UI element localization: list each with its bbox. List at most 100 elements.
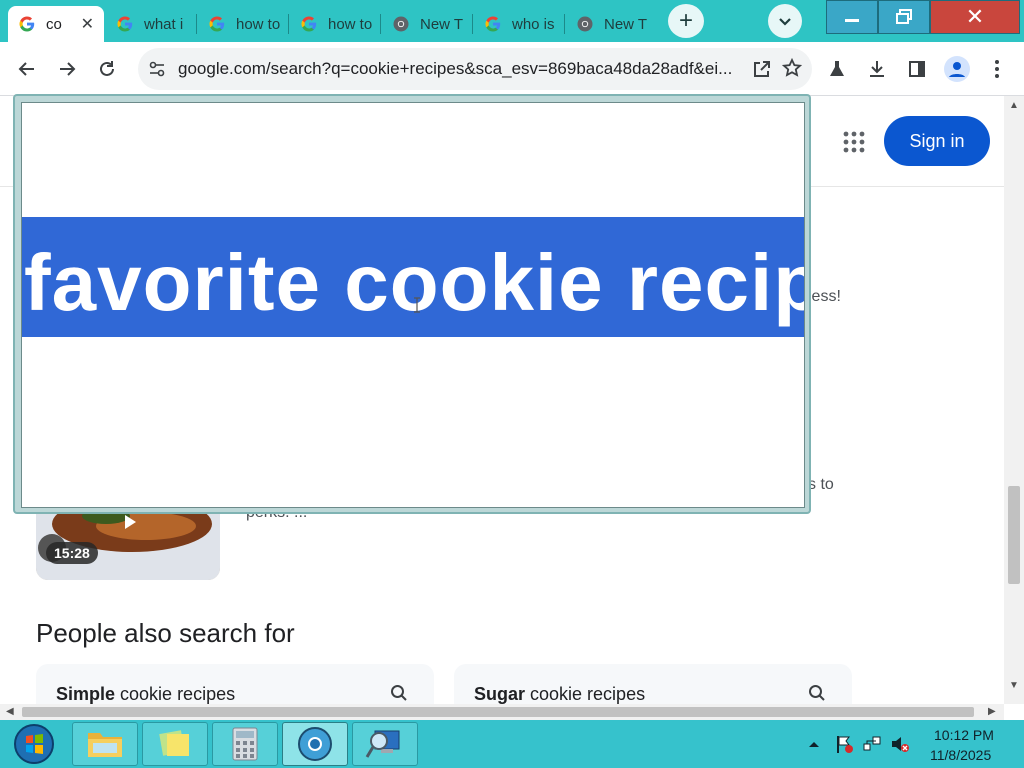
extension-button[interactable] [822, 54, 852, 84]
tab-close-icon[interactable]: ✕ [81, 14, 94, 34]
tab-title: co [46, 15, 62, 33]
bookmark-star-icon[interactable] [782, 58, 802, 78]
action-center-flag-icon[interactable] [834, 734, 854, 754]
close-window-button[interactable]: ✕ [930, 0, 1020, 34]
google-icon [19, 16, 35, 32]
profile-button[interactable] [942, 54, 972, 84]
horizontal-scrollbar[interactable]: ◀ ▶ [0, 704, 1004, 720]
tab-separator [196, 14, 197, 34]
start-button[interactable] [6, 722, 62, 766]
search-icon [391, 685, 407, 701]
taskbar-chrome-button[interactable] [282, 722, 348, 766]
tab-new-tab-2[interactable]: New T [566, 6, 658, 42]
vertical-scrollbar[interactable]: ▲ ▼ [1004, 96, 1024, 704]
back-button[interactable] [12, 54, 42, 84]
clock-time[interactable]: 10:12 PM [934, 727, 994, 743]
related-search-text: Sugar cookie recipes [474, 684, 646, 704]
download-icon [870, 61, 884, 77]
tab-title: how to [328, 15, 372, 33]
taskbar [0, 720, 1024, 768]
google-apps-icon[interactable] [842, 130, 866, 154]
magnifier-window[interactable]: favorite cookie recipe, [13, 94, 811, 514]
tab-separator [380, 14, 381, 34]
magnified-selection-highlight: favorite cookie recipe, [22, 217, 804, 337]
reload-button[interactable] [92, 54, 122, 84]
magnified-text: favorite cookie recipe, [24, 238, 804, 327]
url-text[interactable]: google.com/search?q=cookie+recipes&sca_e… [178, 59, 748, 79]
result-snippet-fragment: s to [808, 476, 834, 493]
tab-cookie-recipes[interactable]: co ✕ [8, 6, 104, 42]
related-search-text: Simple cookie recipes [56, 684, 236, 704]
chrome-menu-button[interactable] [982, 54, 1012, 84]
result-snippet-fragment: less! [808, 288, 841, 305]
side-panel-icon [909, 61, 925, 77]
tab-how-to-2[interactable]: how to [290, 6, 382, 42]
downloads-button[interactable] [862, 54, 892, 84]
tab-search-button[interactable] [768, 4, 802, 38]
taskbar-magnifier-button[interactable] [352, 722, 418, 766]
restore-icon [896, 9, 912, 24]
close-icon: ✕ [965, 4, 985, 29]
chrome-icon [577, 16, 593, 32]
tab-strip: co ✕ what i how to how to New T who is N… [0, 0, 1024, 42]
clock-date[interactable]: 11/8/2025 [930, 747, 991, 763]
forward-arrow-icon [60, 62, 76, 76]
play-icon[interactable] [122, 514, 138, 530]
magnifier-view: favorite cookie recipe, [21, 102, 805, 508]
kebab-menu-icon [995, 60, 999, 78]
reload-icon [100, 61, 114, 76]
network-icon[interactable] [862, 734, 882, 754]
address-bar[interactable]: google.com/search?q=cookie+recipes&sca_e… [138, 48, 812, 90]
google-icon [209, 16, 225, 32]
tab-new-tab-1[interactable]: New T [382, 6, 474, 42]
folder-icon [88, 733, 122, 757]
chevron-down-icon [779, 18, 791, 26]
scroll-down-arrow-icon[interactable]: ▼ [1009, 680, 1019, 691]
scroll-up-arrow-icon[interactable]: ▲ [1009, 100, 1019, 111]
restore-button[interactable] [878, 0, 930, 34]
sign-in-button[interactable]: Sign in [884, 116, 990, 166]
new-tab-button[interactable]: + [668, 4, 704, 38]
people-also-search-heading: People also search for [36, 618, 295, 648]
chrome-icon [393, 16, 409, 32]
forward-button[interactable] [52, 54, 82, 84]
tab-title: who is [512, 15, 555, 33]
magnifier-icon [365, 730, 400, 758]
profile-avatar-icon [944, 56, 970, 82]
horizontal-scroll-thumb[interactable] [22, 707, 974, 717]
side-panel-button[interactable] [902, 54, 932, 84]
tab-separator [472, 14, 473, 34]
tab-what[interactable]: what i [106, 6, 198, 42]
volume-muted-icon[interactable] [890, 734, 910, 754]
vertical-scroll-thumb[interactable] [1008, 486, 1020, 584]
tab-who-is[interactable]: who is [474, 6, 566, 42]
windows-start-orb-icon [14, 724, 54, 764]
search-icon [809, 685, 825, 701]
tab-title: how to [236, 15, 280, 33]
video-duration-badge: 15:28 [46, 542, 98, 564]
taskbar-sticky-notes-button[interactable] [142, 722, 208, 766]
related-search-card[interactable]: Sugar cookie recipes [454, 664, 852, 704]
google-icon [301, 16, 317, 32]
show-hidden-icons-icon[interactable] [804, 734, 824, 754]
related-search-card[interactable]: Simple cookie recipes [36, 664, 434, 704]
plus-icon: + [678, 7, 693, 34]
google-icon [117, 16, 133, 32]
taskbar-explorer-button[interactable] [72, 722, 138, 766]
share-icon[interactable] [752, 59, 772, 79]
chrome-browser-icon [298, 727, 332, 761]
tab-how-to-1[interactable]: how to [198, 6, 290, 42]
taskbar-calculator-button[interactable] [212, 722, 278, 766]
scroll-left-arrow-icon[interactable]: ◀ [6, 706, 14, 717]
tab-title: New T [604, 15, 648, 33]
flask-icon [830, 61, 844, 76]
tab-separator [288, 14, 289, 34]
minimize-icon [845, 19, 859, 22]
browser-toolbar: google.com/search?q=cookie+recipes&sca_e… [0, 42, 1024, 96]
scroll-right-arrow-icon[interactable]: ▶ [988, 706, 996, 717]
minimize-button[interactable] [826, 0, 878, 34]
tab-title: New T [420, 15, 464, 33]
text-cursor-icon [414, 297, 420, 313]
google-icon [485, 16, 501, 32]
site-settings-icon[interactable] [148, 60, 166, 78]
